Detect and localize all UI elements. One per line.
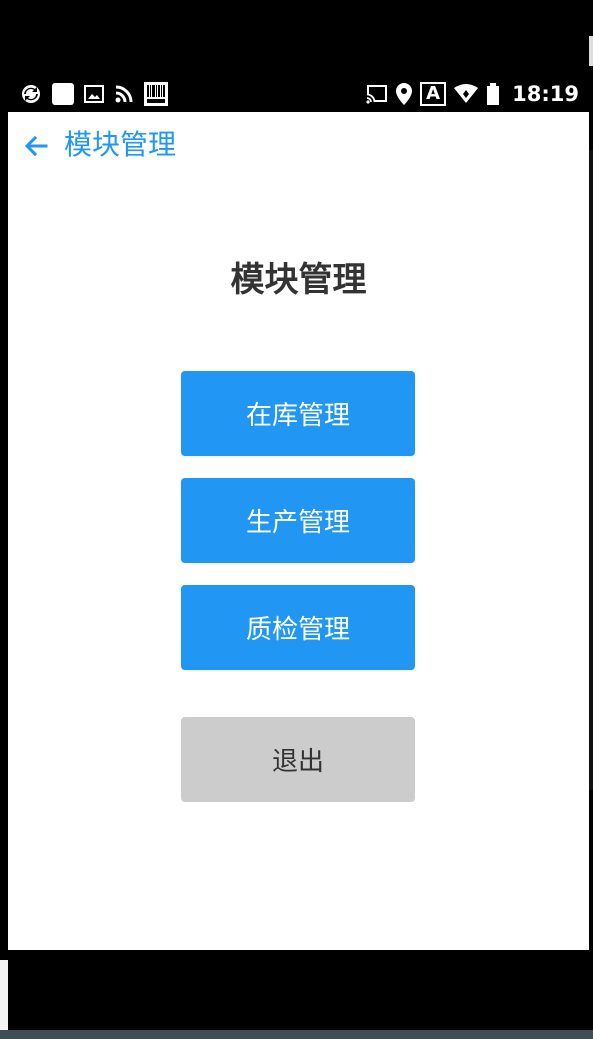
rss-icon: [114, 84, 134, 104]
page-title: 模块管理: [230, 260, 367, 300]
desktop-taskbar: [0, 1030, 593, 1039]
app-screen: 模块管理 模块管理 在库管理 生产管理 质检管理 退出: [8, 112, 589, 950]
status-time: 18:19: [512, 82, 579, 106]
background-window-edge: [589, 36, 593, 66]
inventory-management-button[interactable]: 在库管理: [181, 371, 415, 456]
location-icon: [396, 83, 413, 105]
status-right-icons: A 18:19: [366, 80, 579, 108]
image-icon: [84, 84, 104, 104]
wifi-icon: [454, 84, 479, 104]
app-bar: 模块管理: [8, 112, 589, 178]
device-frame: A 18:19 模块管理 模块管理 在库管理 生产管理 质检管理 退出: [0, 0, 593, 1039]
production-management-button[interactable]: 生产管理: [181, 478, 415, 563]
barcode-icon: [144, 82, 168, 106]
keyboard-letter: A: [426, 83, 441, 104]
square-notification-icon: [52, 83, 74, 105]
status-bar: A 18:19: [8, 76, 589, 112]
keyboard-a-icon: A: [420, 82, 447, 106]
exit-button[interactable]: 退出: [181, 717, 415, 802]
cast-icon: [366, 84, 388, 104]
app-bar-title: 模块管理: [64, 128, 177, 161]
status-left-icons: [20, 82, 168, 106]
navigation-bar: [8, 950, 589, 1030]
quality-management-button[interactable]: 质检管理: [181, 585, 415, 670]
sync-icon: [20, 83, 42, 105]
background-window-edge-left: [0, 960, 8, 1030]
back-button[interactable]: [22, 132, 50, 160]
battery-icon: [486, 83, 500, 105]
arrow-left-icon: [24, 135, 48, 157]
background-window-strip: [589, 150, 593, 790]
